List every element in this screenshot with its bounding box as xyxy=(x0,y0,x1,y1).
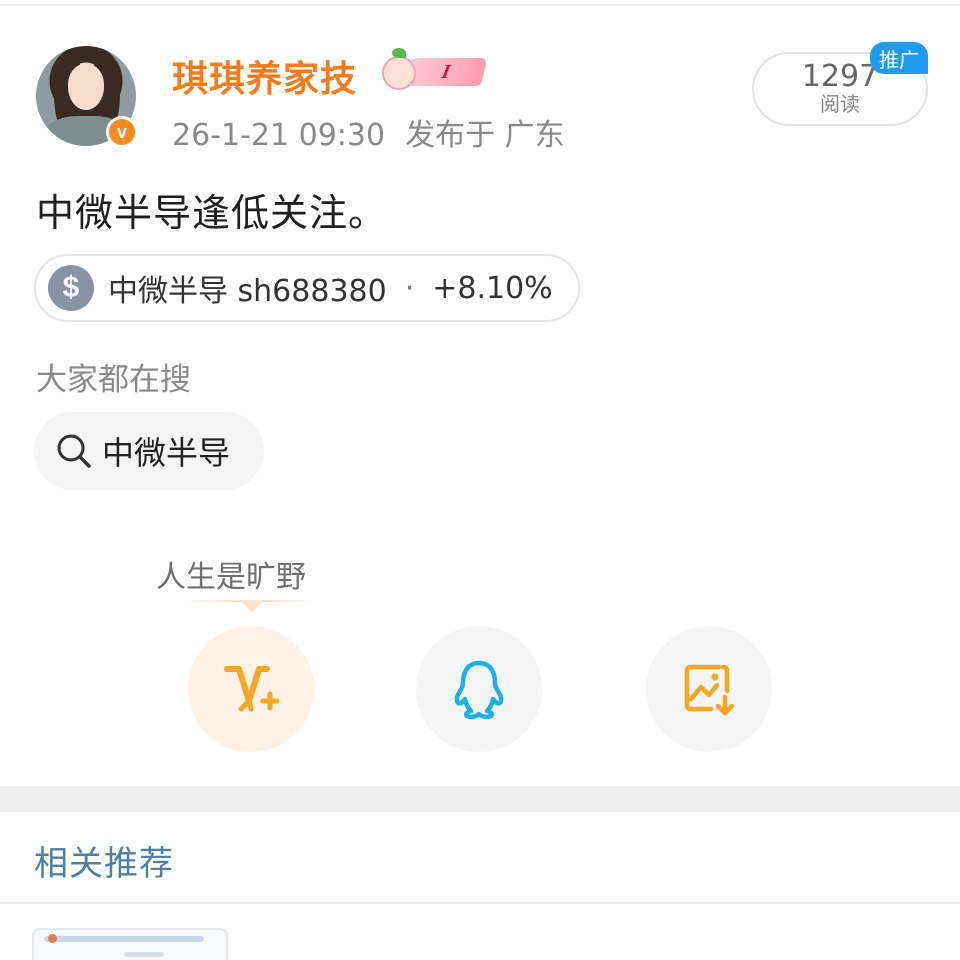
hot-search-query: 中微半导 xyxy=(102,434,231,472)
promo-tag[interactable]: 推广 xyxy=(870,42,928,74)
top-divider xyxy=(0,0,960,6)
save-image-button[interactable] xyxy=(646,626,772,752)
share-tip: 人生是旷野 xyxy=(156,560,306,595)
qq-icon xyxy=(454,660,504,720)
verified-icon: v xyxy=(106,116,138,148)
hot-search-title: 大家都在搜 xyxy=(36,362,191,398)
level-label: I xyxy=(405,58,487,86)
share-qq-button[interactable] xyxy=(416,626,542,752)
share-weibo-button[interactable] xyxy=(188,626,314,752)
author-name[interactable]: 琪琪养家技 xyxy=(172,50,357,102)
share-tip-caret xyxy=(240,600,264,612)
weibo-share-icon xyxy=(224,666,280,712)
search-icon xyxy=(57,434,91,468)
read-label: 阅读 xyxy=(820,92,860,116)
post-location: 发布于 广东 xyxy=(405,118,565,153)
section-separator xyxy=(0,786,960,812)
stock-separator: · xyxy=(404,270,415,306)
stock-change: +8.10% xyxy=(432,270,553,306)
related-title: 相关推荐 xyxy=(34,844,174,884)
stock-chip[interactable]: $ 中微半导 sh688380 · +8.10% xyxy=(34,254,580,322)
level-badge-icon[interactable]: I xyxy=(382,48,487,90)
post-meta: 26-1-21 09:30 发布于 广东 xyxy=(172,110,565,154)
save-image-icon xyxy=(684,664,735,716)
post-text: 中微半导逢低关注。 xyxy=(36,191,388,235)
weibo-post-page: v 琪琪养家技 I 26-1-21 09:30 发布于 广东 1297 阅读 推广… xyxy=(0,0,960,960)
stock-name-code: 中微半导 sh688380 xyxy=(108,274,387,309)
related-item-thumbnail[interactable] xyxy=(32,928,228,960)
dollar-icon: $ xyxy=(48,265,94,311)
hot-search-chip[interactable]: 中微半导 xyxy=(34,412,264,490)
post-time: 26-1-21 09:30 xyxy=(172,118,386,153)
related-divider xyxy=(0,902,960,904)
